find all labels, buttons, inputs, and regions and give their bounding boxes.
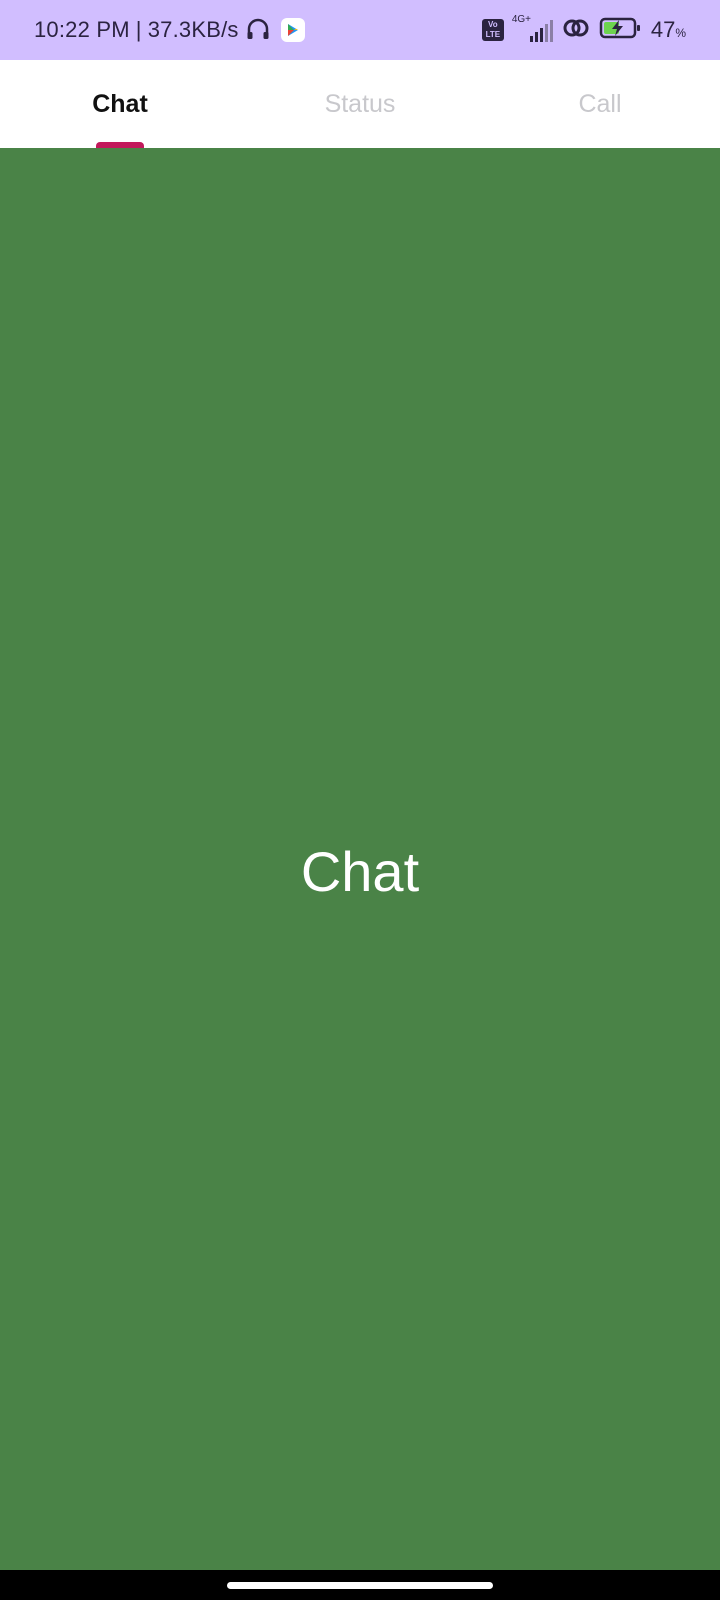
tab-call-label: Call [578,89,622,118]
clock: 10:22 PM [34,17,130,42]
network-type: 4G+ [511,14,532,25]
tab-call[interactable]: Call [480,60,720,148]
tab-bar: Chat Status Call [0,60,720,148]
volte-top-label: Vo [488,20,498,29]
chat-page: Chat [0,148,720,1570]
tab-chat[interactable]: Chat [0,60,240,148]
status-right: Vo LTE 4G+ 47% [481,14,686,45]
link-icon [561,16,591,45]
status-separator: | [135,17,142,42]
battery-value: 47 [650,17,676,42]
battery-unit: % [675,26,686,40]
home-gesture-handle[interactable] [227,1582,493,1589]
page-title: Chat [300,839,420,903]
tab-status[interactable]: Status [240,60,480,148]
status-bar: 10:22 PM | 37.3KB/s Vo LTE 4G+ 47% [0,0,720,60]
tab-status-label: Status [324,89,396,118]
navigation-bar [0,1570,720,1600]
play-store-icon [280,18,305,42]
tab-chat-label: Chat [92,89,148,118]
status-left: 10:22 PM | 37.3KB/s [34,17,305,43]
network-speed: 37.3KB/s [147,17,239,42]
volte-icon: Vo LTE [481,19,504,41]
signal-icon: 4G+ [512,14,553,42]
battery-charging-icon [599,16,643,45]
battery-percent: 47% [651,17,686,43]
volte-bottom-label: LTE [485,30,501,39]
headphone-icon [245,17,271,43]
